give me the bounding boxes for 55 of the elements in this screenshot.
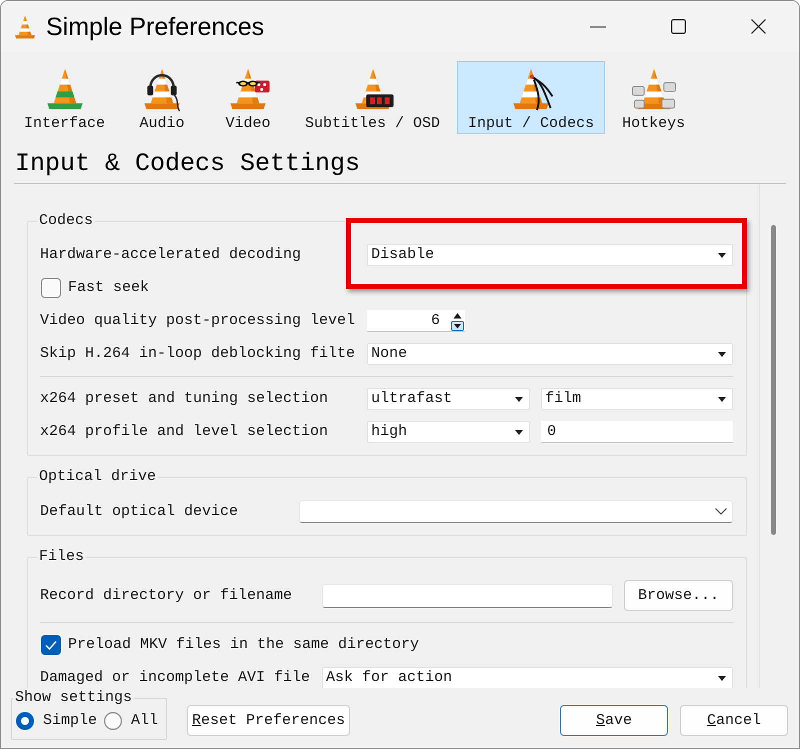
scrollbar-thumb[interactable]	[770, 225, 776, 535]
tab[interactable]: Video	[208, 61, 288, 134]
setting-label: x264 preset and tuning selection	[40, 390, 330, 408]
minimize-icon[interactable]	[590, 26, 606, 28]
tab[interactable]: Audio	[122, 61, 202, 134]
window-title: Simple Preferences	[46, 12, 264, 42]
chevron-down-icon	[715, 508, 727, 515]
checkbox-label[interactable]: Fast seek	[68, 279, 150, 297]
dropdown-arrow-icon	[718, 676, 726, 680]
setting-label: Record directory or filename	[40, 586, 294, 604]
setting-label: Hardware-accelerated decoding	[40, 246, 302, 264]
group-title: Codecs	[38, 212, 94, 230]
spin-box[interactable]: 6	[367, 310, 466, 332]
checkbox-label[interactable]: Preload MKV files in the same directory	[68, 636, 420, 654]
dropdown[interactable]: high	[367, 421, 530, 443]
dropdown-arrow-icon	[515, 430, 524, 434]
setting-label: x264 profile and level selection	[40, 423, 330, 441]
dropdown[interactable]: None	[367, 343, 733, 365]
radio-label[interactable]: All	[131, 711, 158, 731]
browse-button[interactable]: Browse...	[624, 580, 733, 611]
tab[interactable]: Input / Codecs	[457, 61, 606, 134]
group-title: Optical drive	[38, 468, 158, 486]
checkbox[interactable]	[41, 278, 61, 298]
group-title: Show settings	[14, 689, 134, 707]
dropdown-arrow-icon	[515, 396, 524, 402]
dropdown[interactable]	[299, 500, 733, 523]
section-heading: Input & Codecs Settings	[14, 149, 362, 179]
setting-label: Skip H.264 in-loop deblocking filte	[40, 345, 356, 363]
save-button[interactable]: Save	[560, 705, 668, 736]
close-icon[interactable]	[750, 19, 766, 34]
text-field[interactable]: 0	[541, 421, 733, 443]
cone-icon	[14, 14, 36, 38]
dropdown-arrow-icon	[718, 252, 726, 258]
spin-arrows-icon[interactable]	[451, 310, 464, 330]
dropdown[interactable]: Disable	[367, 244, 733, 266]
reset-button[interactable]: Reset Preferences	[187, 705, 350, 736]
radio-button[interactable]	[16, 712, 34, 730]
text-field[interactable]	[322, 584, 613, 608]
cancel-button[interactable]: Cancel	[680, 705, 788, 736]
setting-label: Video quality post-processing level	[40, 312, 356, 330]
dropdown[interactable]: ultrafast	[367, 388, 530, 410]
group-title: Files	[38, 548, 86, 566]
checkbox[interactable]	[41, 635, 61, 655]
setting-label: Damaged or incomplete AVI file	[40, 669, 310, 687]
dropdown-arrow-icon	[718, 396, 726, 402]
tab[interactable]: Subtitles / OSD	[294, 61, 452, 134]
radio-button[interactable]	[104, 712, 122, 730]
setting-label: Default optical device	[40, 502, 240, 520]
dropdown[interactable]: film	[541, 388, 733, 410]
tab[interactable]: Hotkeys	[611, 61, 696, 134]
tab[interactable]: Interface	[13, 61, 116, 134]
dropdown[interactable]: Ask for action	[322, 667, 733, 688]
maximize-icon[interactable]	[670, 19, 686, 34]
dropdown-arrow-icon	[718, 352, 726, 356]
radio-label[interactable]: Simple	[43, 711, 98, 731]
